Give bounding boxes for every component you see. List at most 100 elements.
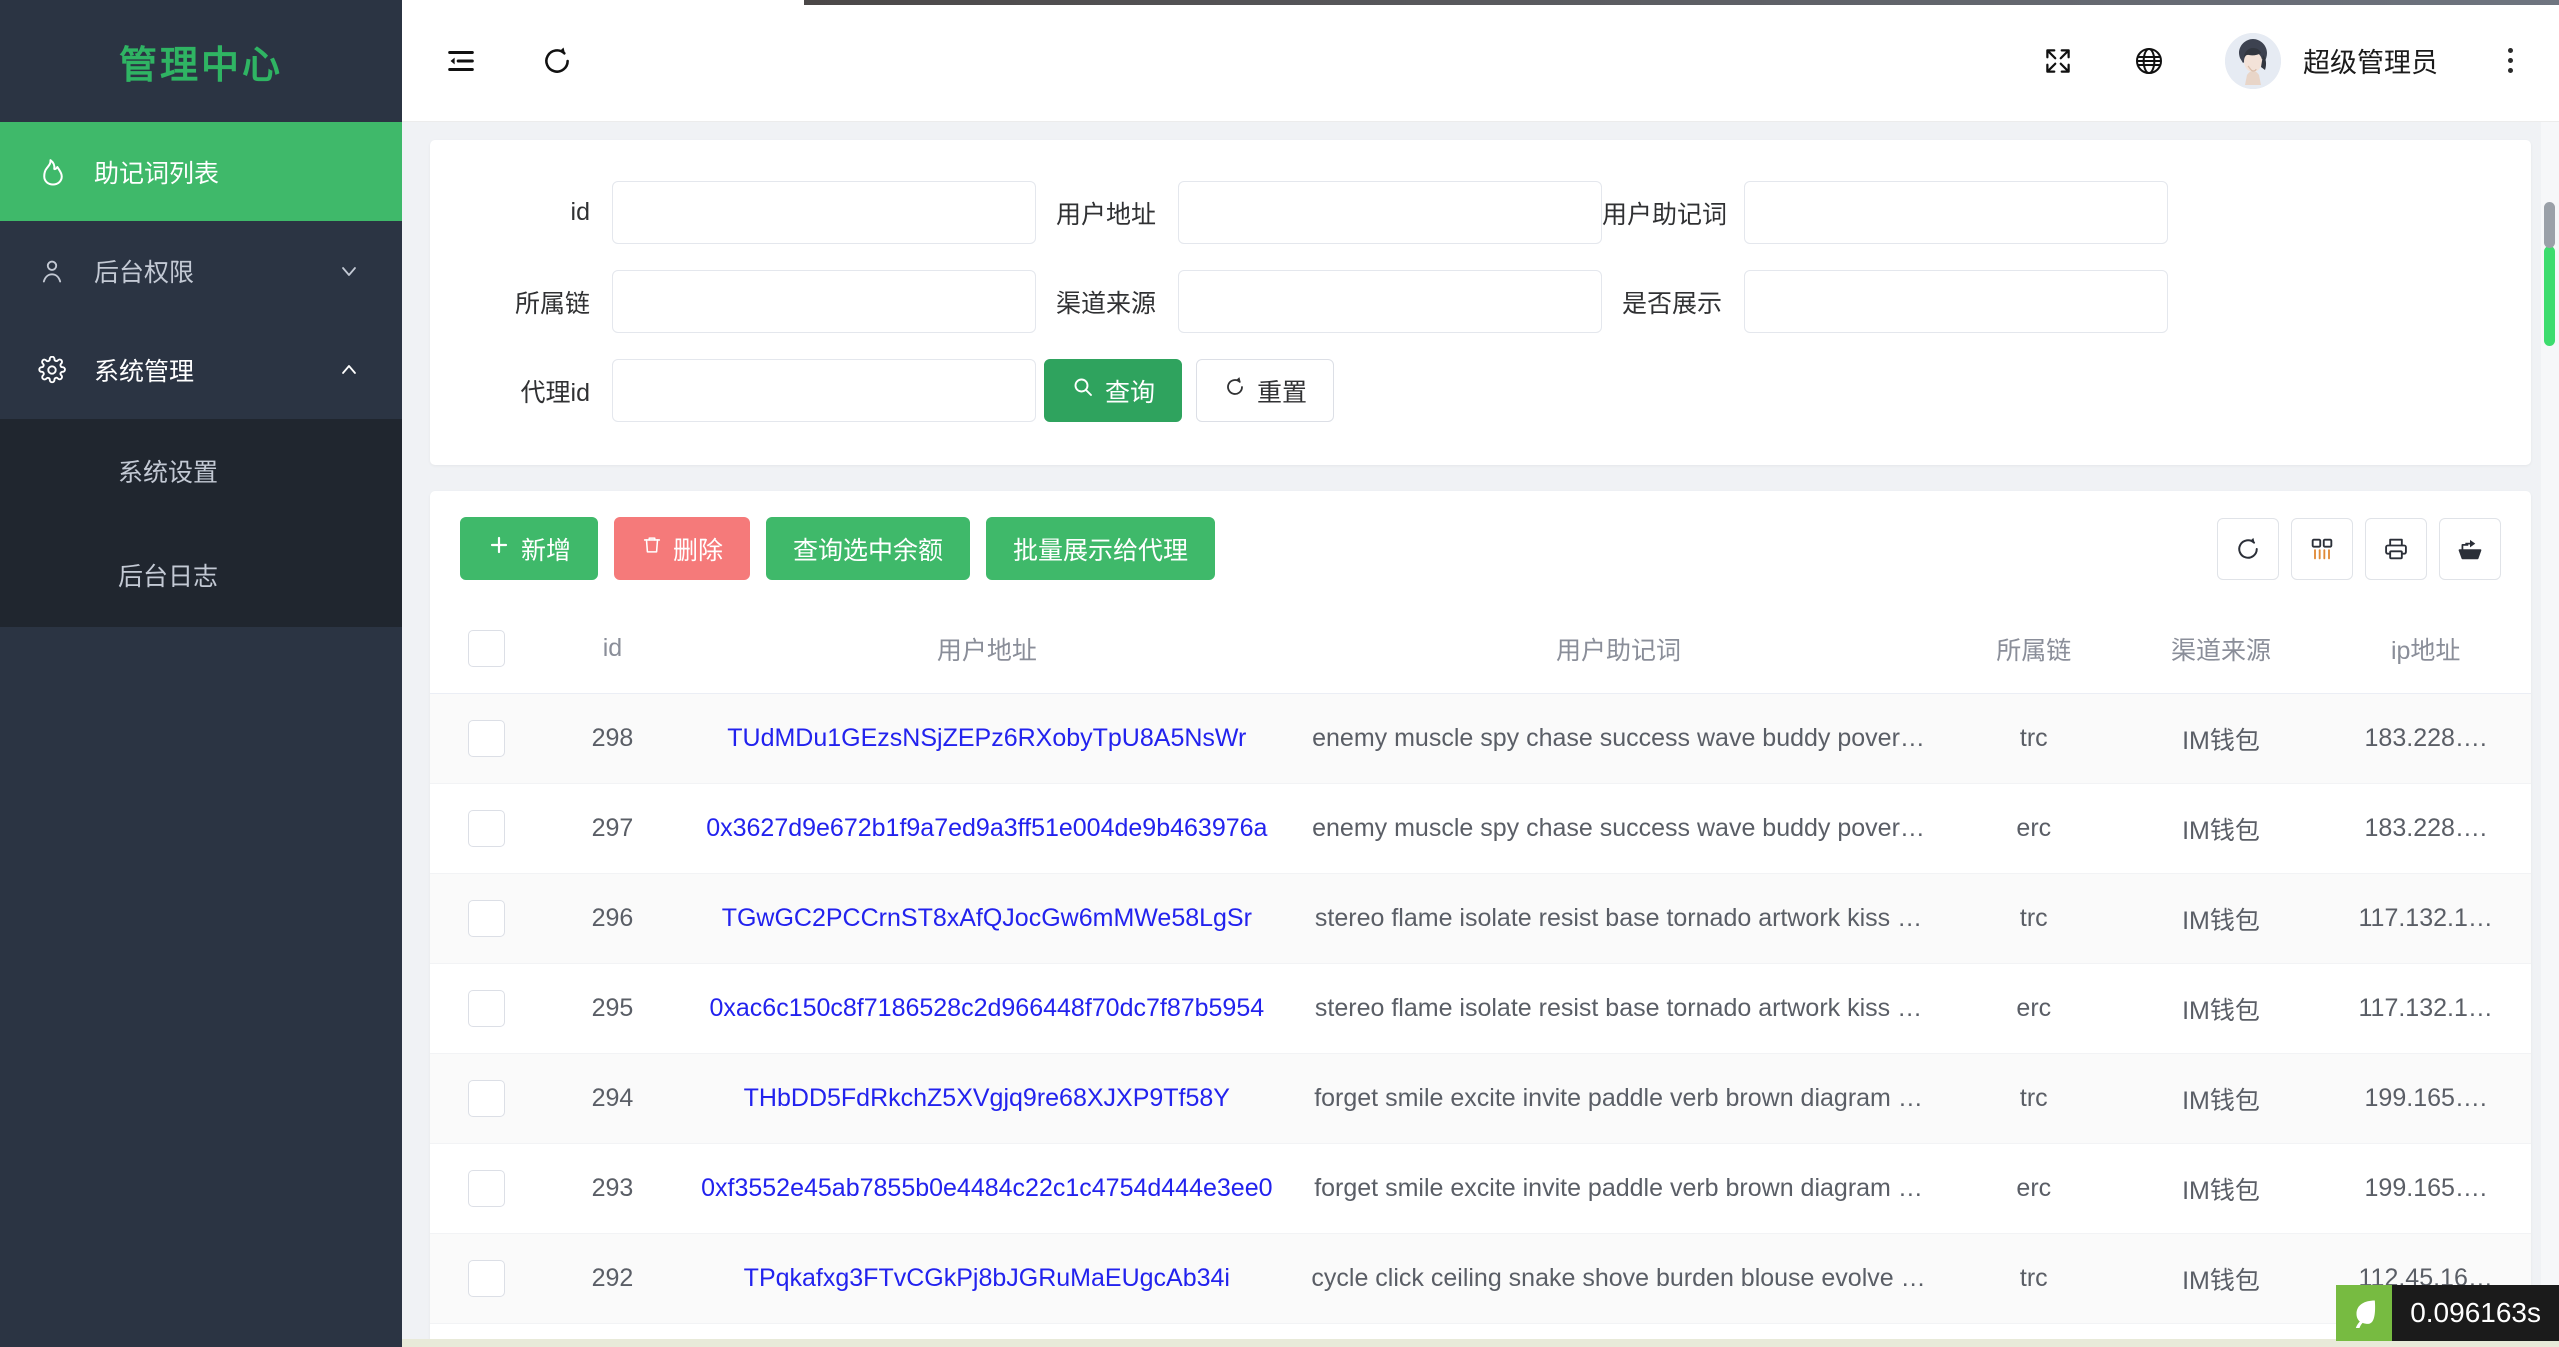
table-row[interactable]: 298 TUdMDu1GEzsNSjZEPz6RXobyTpU8A5NsWr ene… <box>430 693 2531 784</box>
debugbar-badge[interactable]: 0.096163s <box>2336 1285 2559 1341</box>
table-row[interactable]: 295 0xac6c150c8f7186528c2d966448f70dc7f87… <box>430 963 2531 1054</box>
search-field-user-address: 用户地址 <box>1036 168 1602 257</box>
app-root: 管理中心 助记词列表 后台权限 系统管理 系统设置 后台日志 超级管理员 id … <box>0 0 2559 1347</box>
row-checkbox[interactable] <box>467 1080 505 1117</box>
refresh-icon[interactable] <box>2217 517 2279 580</box>
cell-id: 293 <box>542 1143 683 1234</box>
cell-ip: 183.228…. <box>2320 783 2531 874</box>
table-row[interactable]: 293 0xf3552e45ab7855b0e4484c22c1c4754d444… <box>430 1143 2531 1234</box>
sidebar-subitem-system-settings[interactable]: 系统设置 <box>0 419 402 523</box>
search-reset-label: 重置 <box>1257 378 1308 407</box>
sidebar-item-permissions[interactable]: 后台权限 <box>0 221 402 320</box>
add-button-label: 新增 <box>521 536 572 565</box>
cell-id-text: 298 <box>591 724 634 752</box>
cell-ip-text: 117.132.1… <box>2358 904 2493 932</box>
table-row[interactable]: 297 0x3627d9e672b1f9a7ed9a3ff51e004de9b46… <box>430 783 2531 874</box>
cell-address[interactable]: TGwGC2PCCrnST8xAfQJocGw6mMWe58LgSr <box>682 873 1291 964</box>
trash-icon <box>641 534 663 563</box>
cell-source: IM钱包 <box>2121 693 2321 784</box>
sidebar-subitem-backend-logs[interactable]: 后台日志 <box>0 523 402 627</box>
cell-source-text: IM钱包 <box>2182 906 2260 935</box>
cell-id: 295 <box>542 963 683 1054</box>
query-balance-button[interactable]: 查询选中余额 <box>766 517 971 580</box>
column-header-mnemonic[interactable]: 用户助记词 <box>1290 604 1947 694</box>
cell-address[interactable]: 0xac6c150c8f7186528c2d966448f70dc7f87b59… <box>682 963 1291 1054</box>
column-header-address[interactable]: 用户地址 <box>682 604 1291 694</box>
chevron-down-icon[interactable] <box>334 259 364 283</box>
search-input-user-address[interactable] <box>1178 181 1602 244</box>
cell-address-text: TUdMDu1GEzsNSjZEPz6RXobyTpU8A5NsWr <box>727 724 1247 752</box>
search-input-chain[interactable] <box>612 270 1036 333</box>
row-checkbox[interactable] <box>467 1170 505 1207</box>
column-header-source[interactable]: 渠道来源 <box>2121 604 2321 694</box>
search-input-user-mnemonic[interactable] <box>1744 181 2168 244</box>
refresh-icon[interactable] <box>540 44 574 78</box>
more-vertical-icon[interactable] <box>2498 44 2523 77</box>
fullscreen-icon[interactable] <box>2043 46 2073 76</box>
globe-icon[interactable] <box>2133 45 2165 77</box>
search-input-agent-id[interactable] <box>612 359 1036 422</box>
print-icon[interactable] <box>2365 517 2427 580</box>
table-row[interactable]: 292 TPqkafxg3FTvCGkPj8bJGRuMaEUgcAb34i cyc… <box>430 1233 2531 1324</box>
search-field-agent-id: 代理id <box>470 346 1036 435</box>
row-checkbox[interactable] <box>467 900 505 937</box>
column-header-ip[interactable]: ip地址 <box>2320 604 2531 694</box>
column-header-chain[interactable]: 所属链 <box>1946 604 2122 694</box>
cell-ip-text: 199.165…. <box>2364 1174 2487 1202</box>
cell-mnemonic: stereo flame isolate resist base tornado… <box>1290 873 1947 964</box>
table-body: 298 TUdMDu1GEzsNSjZEPz6RXobyTpU8A5NsWr ene… <box>430 693 2531 1347</box>
search-reset-button[interactable]: 重置 <box>1196 359 1335 422</box>
search-icon <box>1071 375 1095 406</box>
cell-chain-text: trc <box>2019 724 2048 752</box>
search-input-id[interactable] <box>612 181 1036 244</box>
search-input-channel-source[interactable] <box>1178 270 1602 333</box>
page-scrollbar-thumb[interactable] <box>2544 202 2555 346</box>
sidebar-subitem-label: 系统设置 <box>118 459 219 487</box>
cell-address-text: TPqkafxg3FTvCGkPj8bJGRuMaEUgcAb34i <box>743 1264 1230 1292</box>
search-submit-button[interactable]: 查询 <box>1044 359 1183 422</box>
row-select-cell <box>430 963 543 1054</box>
cell-id: 298 <box>542 693 683 784</box>
add-button[interactable]: 新增 <box>460 517 599 580</box>
delete-button[interactable]: 删除 <box>614 517 751 580</box>
cell-address[interactable]: TPqkafxg3FTvCGkPj8bJGRuMaEUgcAb34i <box>682 1233 1291 1324</box>
cell-ip: 183.228…. <box>2320 693 2531 784</box>
search-input-is-shown[interactable] <box>1744 270 2168 333</box>
menu-fold-icon[interactable] <box>444 44 478 78</box>
row-checkbox[interactable] <box>467 810 505 847</box>
chevron-up-icon[interactable] <box>334 358 364 382</box>
field-label: 是否展示 <box>1621 289 1722 318</box>
select-all-checkbox[interactable] <box>467 630 505 667</box>
table-row[interactable]: 296 TGwGC2PCCrnST8xAfQJocGw6mMWe58LgSr ste… <box>430 873 2531 964</box>
cell-address[interactable]: THbDD5FdRkchZ5XVgjq9re68XJXP9Tf58Y <box>682 1053 1291 1144</box>
batch-show-agent-button[interactable]: 批量展示给代理 <box>986 517 1216 580</box>
cell-source: IM钱包 <box>2121 1233 2321 1324</box>
page-scrollbar-track[interactable] <box>2541 122 2559 1347</box>
sidebar-item-label: 系统管理 <box>94 357 195 386</box>
row-checkbox[interactable] <box>467 990 505 1027</box>
main-area: 超级管理员 id 用户地址 用户助记词 所属链 渠道来源 是否展示 代理id 查… <box>402 0 2559 1347</box>
cell-address-text: 0xac6c150c8f7186528c2d966448f70dc7f87b59… <box>709 994 1265 1022</box>
row-checkbox[interactable] <box>467 1260 505 1297</box>
export-icon[interactable] <box>2439 517 2501 580</box>
cell-address[interactable]: 0x3627d9e672b1f9a7ed9a3ff51e004de9b46397… <box>682 783 1291 874</box>
cell-id-text: 293 <box>591 1174 634 1202</box>
user-menu[interactable]: 超级管理员 <box>2225 32 2438 89</box>
plus-icon <box>487 533 511 564</box>
cell-source-text: IM钱包 <box>2182 1266 2260 1295</box>
cell-mnemonic-text: enemy muscle spy chase success wave budd… <box>1312 724 1925 752</box>
table-row[interactable]: 294 THbDD5FdRkchZ5XVgjq9re68XJXP9Tf58Y for… <box>430 1053 2531 1144</box>
cell-source: IM钱包 <box>2121 783 2321 874</box>
cell-mnemonic-text: forget smile excite invite paddle verb b… <box>1314 1174 1923 1202</box>
columns-icon[interactable] <box>2291 517 2353 580</box>
dot <box>2508 68 2513 73</box>
cell-address[interactable]: 0xf3552e45ab7855b0e4484c22c1c4754d444e3e… <box>682 1143 1291 1234</box>
sidebar-item-mnemonic-list[interactable]: 助记词列表 <box>0 122 402 221</box>
column-header-id[interactable]: id <box>542 604 683 694</box>
cell-chain: trc <box>1946 693 2122 784</box>
cell-source-text: IM钱包 <box>2182 996 2260 1025</box>
cell-id-text: 295 <box>591 994 634 1022</box>
sidebar-item-system-management[interactable]: 系统管理 <box>0 320 402 419</box>
row-checkbox[interactable] <box>467 720 505 757</box>
cell-address[interactable]: TUdMDu1GEzsNSjZEPz6RXobyTpU8A5NsWr <box>682 693 1291 784</box>
